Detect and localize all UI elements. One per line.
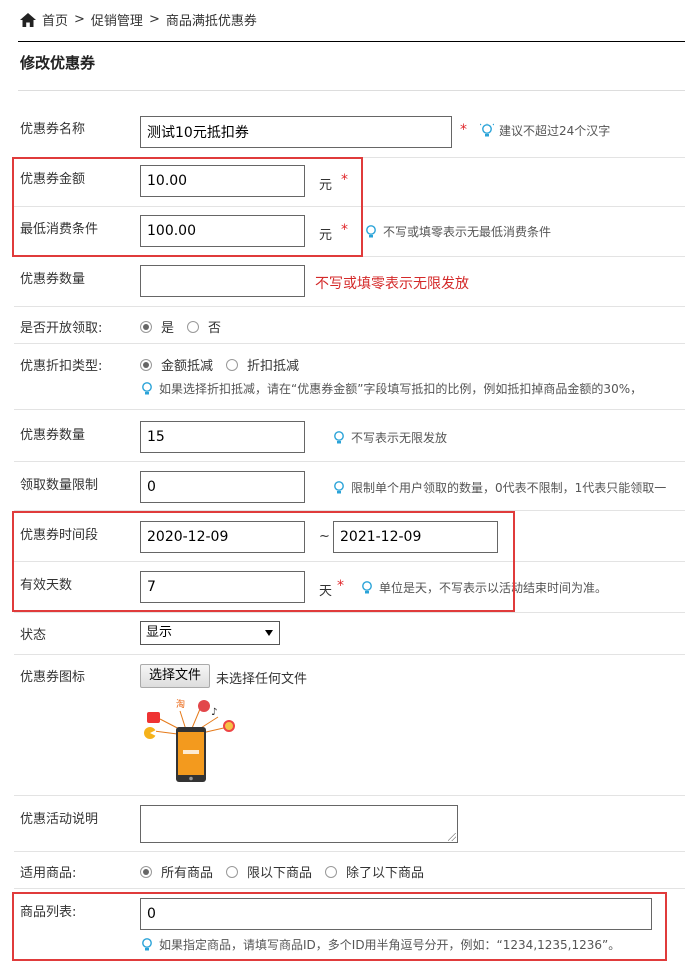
tip-text: 不写或填零表示无最低消费条件 (383, 225, 552, 239)
radio-button[interactable] (226, 358, 239, 371)
discount-type-label: 优惠折扣类型: (20, 359, 103, 374)
radio-button[interactable] (325, 865, 338, 878)
applicable-products-radio-group: 所有商品 限以下商品 除了以下商品 (140, 862, 437, 881)
option-label: 除了以下商品 (346, 866, 425, 881)
radio-button[interactable] (187, 320, 200, 333)
highlight-box (12, 157, 363, 257)
row-divider (14, 612, 685, 613)
tip-text: 限制单个用户领取的数量，0代表不限制，1代表只能领取一 (351, 481, 667, 495)
breadcrumb-separator: > (74, 12, 85, 27)
file-status-text: 未选择任何文件 (216, 672, 308, 687)
highlight-box (12, 511, 515, 612)
lightbulb-icon (332, 430, 346, 446)
option-label: 是 (161, 321, 175, 336)
lightbulb-icon (332, 480, 346, 496)
title-divider (18, 90, 685, 91)
status-select[interactable]: 显示 (140, 621, 280, 645)
coupon-quantity-label: 优惠券数量 (20, 272, 86, 287)
coupon-name-label: 优惠券名称 (20, 122, 86, 137)
breadcrumb-separator: > (148, 12, 160, 27)
row-divider (14, 888, 685, 889)
option-label: 金额抵减 (161, 359, 214, 374)
row-divider (14, 795, 685, 796)
svg-text:♪: ♪ (211, 707, 217, 718)
only-products-option[interactable]: 限以下商品 (226, 862, 312, 881)
status-label: 状态 (20, 628, 47, 643)
chevron-down-icon (265, 630, 273, 636)
min-spend-tip: 不写或填零表示无最低消费条件 (364, 223, 551, 240)
row-divider (14, 409, 685, 410)
coupon-name-tip: 建议不超过24个汉字 (479, 122, 611, 139)
row-divider (14, 851, 685, 852)
home-icon[interactable] (20, 12, 36, 27)
open-claim-label: 是否开放领取: (20, 321, 103, 336)
coupon-quantity-label: 优惠券数量 (20, 428, 86, 443)
radio-button[interactable] (226, 865, 239, 878)
breadcrumb: 首页 > 促销管理 > 商品满抵优惠券 (20, 10, 257, 29)
open-claim-yes-option[interactable]: 是 (140, 317, 174, 336)
description-label: 优惠活动说明 (20, 812, 99, 827)
option-label: 否 (208, 321, 222, 336)
tip-text: 不写表示无限发放 (351, 431, 448, 445)
discount-type-percent-option[interactable]: 折扣抵减 (226, 355, 299, 374)
coupon-icon-label: 优惠券图标 (20, 670, 86, 685)
breadcrumb-home-link[interactable]: 首页 (42, 10, 68, 29)
row-divider (14, 654, 685, 655)
radio-button[interactable] (140, 358, 152, 371)
lightbulb-icon (479, 122, 495, 139)
choose-file-button[interactable]: 选择文件 (140, 664, 211, 688)
required-mark: * (460, 122, 467, 138)
coupon-icon-preview: 淘 ♪ (140, 695, 240, 785)
option-label: 折扣抵减 (247, 359, 300, 374)
row-divider (14, 343, 685, 344)
option-label: 所有商品 (161, 866, 214, 881)
coupon-quantity-input[interactable] (140, 265, 305, 297)
exclude-products-option[interactable]: 除了以下商品 (325, 862, 424, 881)
applicable-products-label: 适用商品: (20, 866, 77, 881)
claim-limit-input[interactable] (140, 471, 305, 503)
claim-limit-label: 领取数量限制 (20, 478, 99, 493)
claim-limit-tip: 限制单个用户领取的数量，0代表不限制，1代表只能领取一 (332, 479, 685, 496)
status-select-value: 显示 (146, 625, 173, 640)
resize-handle-icon[interactable] (448, 833, 456, 841)
discount-type-amount-option[interactable]: 金额抵减 (140, 355, 213, 374)
unlimited-note: 不写或填零表示无限发放 (315, 276, 469, 292)
radio-button[interactable] (140, 865, 152, 878)
row-divider (14, 306, 685, 307)
open-claim-radio-group: 是 否 (140, 317, 234, 336)
phone-illustration: 淘 ♪ (144, 698, 235, 782)
discount-type-radio-group: 金额抵减 折扣抵减 (140, 355, 312, 374)
svg-text:淘: 淘 (176, 698, 185, 710)
open-claim-no-option[interactable]: 否 (187, 317, 221, 336)
breadcrumb-promotion-link[interactable]: 促销管理 (91, 10, 143, 29)
page-title: 修改优惠券 (20, 54, 96, 72)
discount-type-tip: 如果选择折扣抵减，请在“优惠券金额”字段填写抵扣的比例，例如抵扣掉商品金额的30… (140, 380, 685, 397)
lightbulb-icon (364, 224, 378, 240)
tip-text: 建议不超过24个汉字 (499, 124, 611, 138)
coupon-name-input[interactable] (140, 116, 452, 148)
breadcrumb-current: 商品满抵优惠券 (165, 14, 257, 29)
radio-button[interactable] (140, 320, 152, 333)
coupon-quantity-input[interactable] (140, 421, 305, 453)
description-textarea[interactable] (140, 805, 458, 843)
lightbulb-icon (140, 381, 154, 397)
coupon-quantity-tip: 不写表示无限发放 (332, 429, 447, 446)
highlight-box (12, 892, 667, 961)
all-products-option[interactable]: 所有商品 (140, 862, 213, 881)
option-label: 限以下商品 (247, 866, 313, 881)
tip-text: 如果选择折扣抵减，请在“优惠券金额”字段填写抵扣的比例，例如抵扣掉商品金额的30… (159, 382, 643, 396)
header-divider (18, 41, 685, 42)
row-divider (14, 461, 685, 462)
